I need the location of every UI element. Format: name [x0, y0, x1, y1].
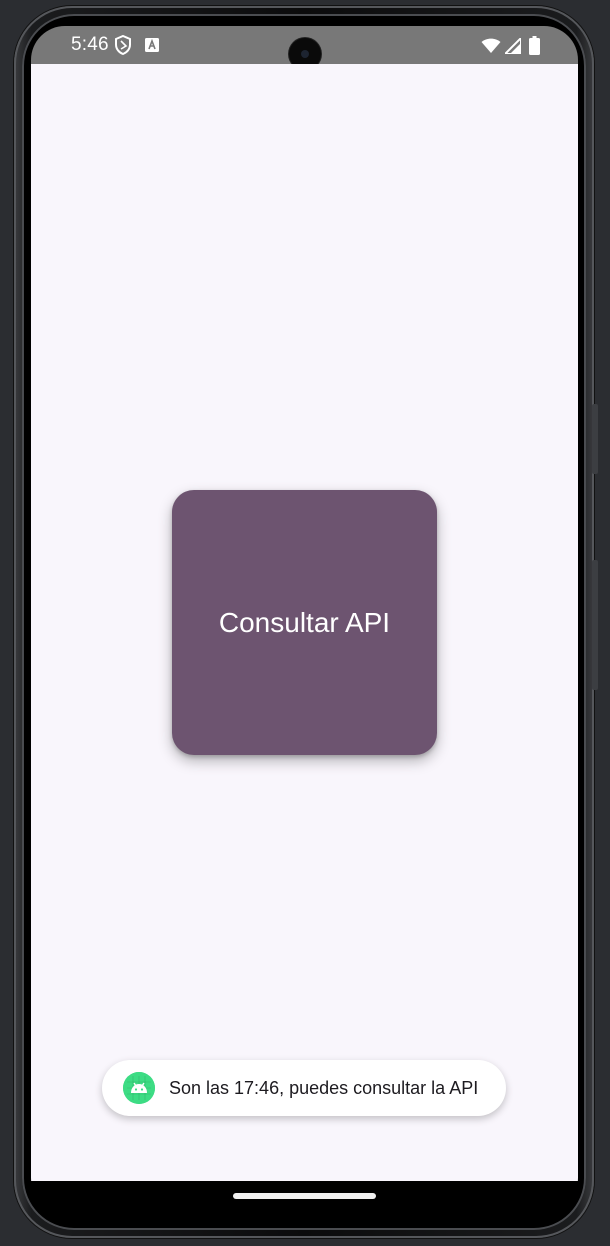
android-icon — [123, 1072, 155, 1104]
home-indicator[interactable] — [233, 1193, 376, 1199]
navigation-bar — [31, 1181, 578, 1212]
phone-screen: 5:46 Consultar API Son las 17:46, puedes… — [31, 26, 578, 1212]
battery-icon — [529, 36, 540, 60]
app-content: Consultar API Son las 17:46, puedes cons… — [31, 64, 578, 1181]
toast-message: Son las 17:46, puedes consultar la API — [169, 1077, 479, 1098]
cellular-signal-icon — [502, 35, 522, 59]
status-bar: 5:46 — [31, 26, 578, 70]
volume-button — [592, 404, 598, 474]
keyboard-a-icon — [145, 38, 159, 57]
status-time: 5:46 — [71, 34, 109, 55]
wifi-icon — [481, 38, 501, 59]
shield-icon — [114, 34, 132, 60]
consultar-api-button[interactable]: Consultar API — [172, 490, 437, 755]
power-button — [592, 560, 598, 690]
toast-notification: Son las 17:46, puedes consultar la API — [102, 1060, 506, 1116]
